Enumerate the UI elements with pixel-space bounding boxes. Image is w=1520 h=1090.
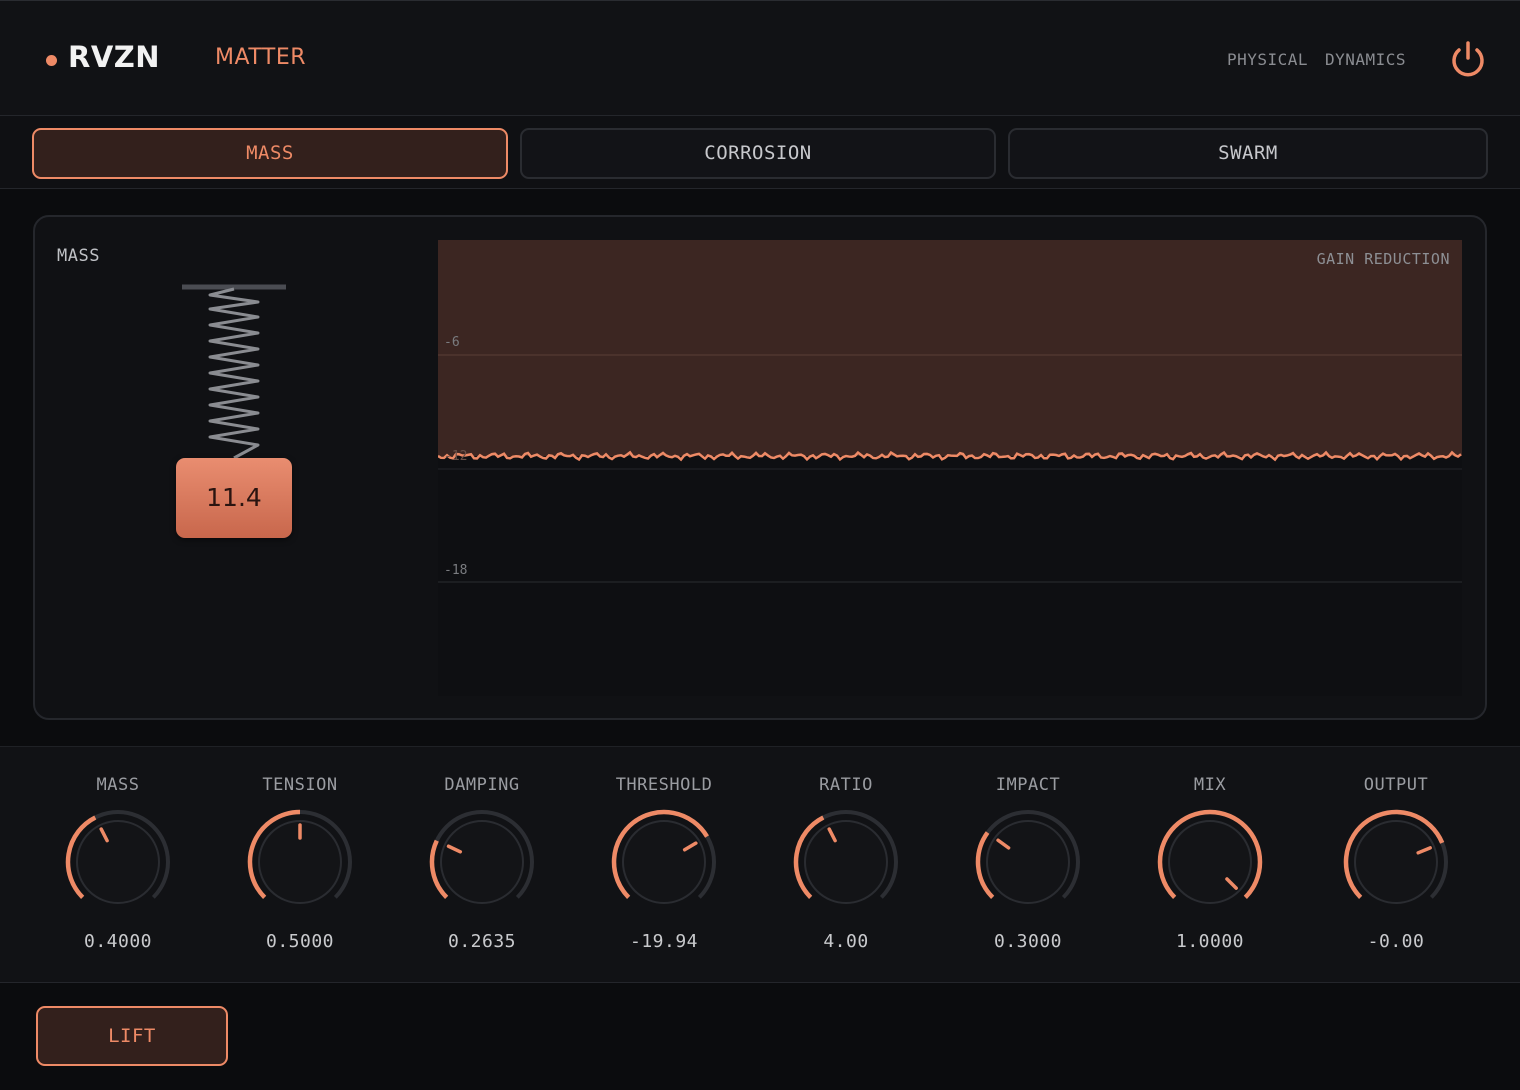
knob-tension[interactable]: [246, 808, 354, 916]
knob-value-tension: 0.5000: [265, 931, 335, 952]
knob-value-impact: 0.3000: [993, 931, 1063, 952]
knob-label-output: OUTPUT: [1363, 775, 1429, 795]
knob-label-ratio: RATIO: [819, 775, 873, 795]
gain-reduction-label: GAIN REDUCTION: [1316, 250, 1450, 268]
knob-label-mass: MASS: [96, 775, 140, 795]
grid-label-minus-12: -12: [444, 449, 468, 464]
knob-value-mass: 0.4000: [83, 931, 153, 952]
knob-value-threshold: -19.94: [629, 931, 699, 952]
lift-button[interactable]: LIFT: [36, 1006, 228, 1066]
knob-mix[interactable]: [1156, 808, 1264, 916]
knob-threshold[interactable]: [610, 808, 718, 916]
tab-mass[interactable]: MASS: [32, 128, 508, 179]
knob-output[interactable]: [1342, 808, 1450, 916]
knob-value-mix: 1.0000: [1175, 931, 1245, 952]
panel-label: MASS: [57, 246, 100, 266]
knob-value-damping: 0.2635: [447, 931, 517, 952]
brand-dot-icon: [46, 55, 57, 66]
knob-damping[interactable]: [428, 808, 536, 916]
tab-swarm[interactable]: SWARM: [1008, 128, 1488, 179]
knob-value-output: -0.00: [1367, 931, 1425, 952]
product-name: MATTER: [215, 45, 306, 70]
knob-label-damping: DAMPING: [444, 775, 520, 795]
knob-label-threshold: THRESHOLD: [615, 775, 713, 795]
spring-icon: [182, 284, 286, 460]
brand-name: RVZN: [68, 40, 161, 74]
mass-weight-handle[interactable]: 11.4: [176, 458, 292, 538]
tag-dynamics: DYNAMICS: [1325, 50, 1407, 69]
knob-value-ratio: 4.00: [823, 931, 869, 952]
knob-ratio[interactable]: [792, 808, 900, 916]
gain-reduction-graph: [438, 240, 1462, 696]
tag-physical: PHYSICAL: [1227, 50, 1309, 69]
grid-label-minus-6: -6: [444, 335, 460, 350]
knob-impact[interactable]: [974, 808, 1082, 916]
power-icon[interactable]: [1448, 40, 1488, 80]
knob-label-tension: TENSION: [262, 775, 338, 795]
knob-mass[interactable]: [64, 808, 172, 916]
tab-corrosion[interactable]: CORROSION: [520, 128, 996, 179]
knob-label-mix: MIX: [1193, 775, 1227, 795]
knob-label-impact: IMPACT: [995, 775, 1061, 795]
grid-label-minus-18: -18: [444, 563, 468, 578]
